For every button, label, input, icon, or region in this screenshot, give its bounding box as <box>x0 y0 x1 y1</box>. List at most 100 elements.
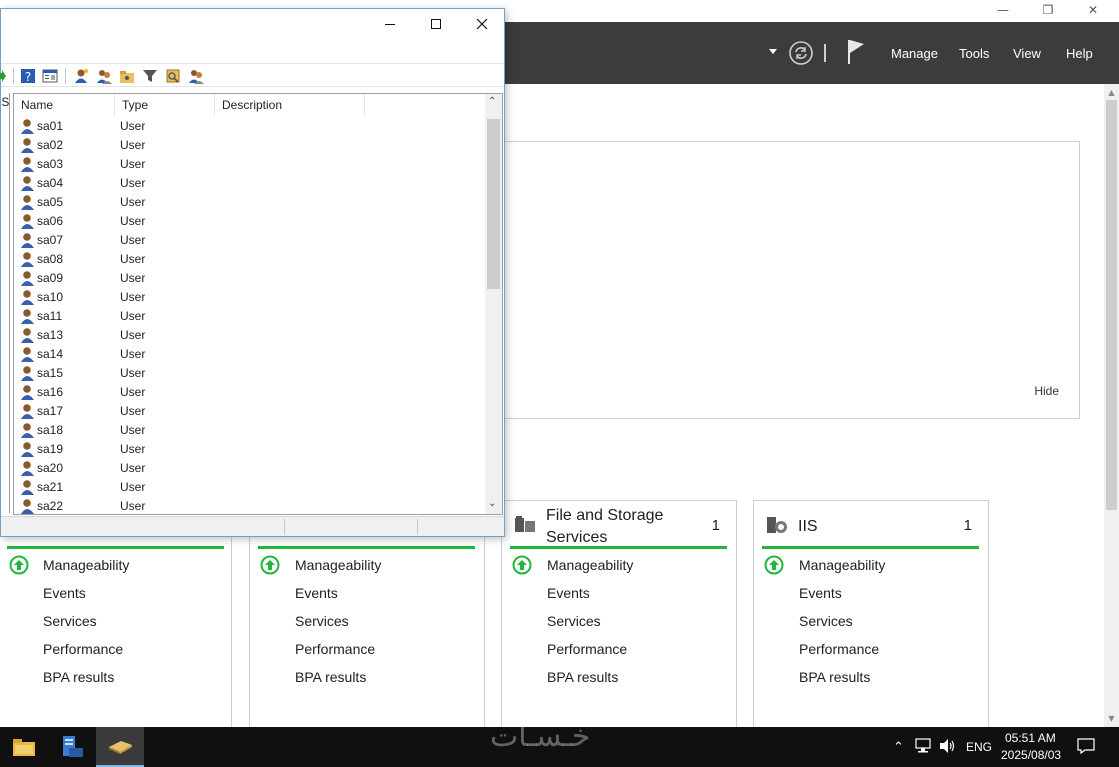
tile-services[interactable]: Services <box>799 613 853 629</box>
clock-time[interactable]: 05:51 AM <box>1005 731 1056 745</box>
new-ou-icon[interactable] <box>119 68 135 84</box>
role-tile-file-storage[interactable]: File and Storage Services 1 Manageabilit… <box>501 500 737 732</box>
user-list-row[interactable]: sa20 User <box>14 459 486 478</box>
new-user-icon[interactable] <box>73 68 89 84</box>
tile-title[interactable]: IIS <box>798 516 938 538</box>
user-list-row[interactable]: sa05 User <box>14 193 486 212</box>
tile-events[interactable]: Events <box>799 585 842 601</box>
file-explorer-button[interactable] <box>0 727 48 767</box>
column-header-type[interactable]: Type <box>115 94 215 116</box>
tile-events[interactable]: Events <box>43 585 86 601</box>
user-list-row[interactable]: sa02 User <box>14 136 486 155</box>
show-hidden-icons-chevron-icon[interactable]: ⌃ <box>893 739 904 755</box>
maximize-button[interactable] <box>413 11 459 37</box>
user-list-row[interactable]: sa22 User <box>14 497 486 514</box>
tile-bpa-results[interactable]: BPA results <box>547 669 618 685</box>
list-scrollbar-thumb[interactable] <box>487 119 500 289</box>
user-list-row[interactable]: sa19 User <box>14 440 486 459</box>
console-tree-pane[interactable]: .S <box>0 93 10 513</box>
tile-services[interactable]: Services <box>295 613 349 629</box>
user-list-row[interactable]: sa08 User <box>14 250 486 269</box>
tile-bpa-results[interactable]: BPA results <box>295 669 366 685</box>
menu-tools[interactable]: Tools <box>959 46 989 61</box>
iis-icon <box>766 515 788 535</box>
user-type: User <box>120 480 146 494</box>
user-list-row[interactable]: sa21 User <box>14 478 486 497</box>
tile-events[interactable]: Events <box>295 585 338 601</box>
user-list-row[interactable]: sa03 User <box>14 155 486 174</box>
user-list-row[interactable]: sa13 User <box>14 326 486 345</box>
ad-window-titlebar[interactable] <box>1 9 504 63</box>
tile-manageability[interactable]: Manageability <box>799 557 885 573</box>
user-list-row[interactable]: sa14 User <box>14 345 486 364</box>
column-header-name[interactable]: Name <box>14 94 115 116</box>
server-manager-button[interactable] <box>48 727 96 767</box>
new-group-icon[interactable] <box>96 68 112 84</box>
tile-bpa-results[interactable]: BPA results <box>43 669 114 685</box>
add-to-group-icon[interactable] <box>188 68 204 84</box>
tile-events[interactable]: Events <box>547 585 590 601</box>
filter-icon[interactable] <box>142 68 158 84</box>
close-button[interactable] <box>459 11 505 37</box>
volume-icon[interactable] <box>939 738 957 757</box>
close-button[interactable]: ✕ <box>1076 0 1110 20</box>
user-list-row[interactable]: sa17 User <box>14 402 486 421</box>
user-icon <box>21 385 34 400</box>
user-list-row[interactable]: sa06 User <box>14 212 486 231</box>
tile-manageability[interactable]: Manageability <box>295 557 381 573</box>
show-console-tree-icon[interactable] <box>42 68 58 84</box>
column-header-description[interactable]: Description <box>215 94 365 116</box>
menu-help[interactable]: Help <box>1066 46 1093 61</box>
scroll-down-arrow-icon[interactable]: ▼ <box>1106 714 1117 723</box>
network-icon[interactable] <box>915 738 933 757</box>
tile-bpa-results[interactable]: BPA results <box>799 669 870 685</box>
user-list-row[interactable]: sa01 User <box>14 117 486 136</box>
list-scroll-up-icon[interactable]: ⌃ <box>488 96 496 107</box>
menu-manage[interactable]: Manage <box>891 46 938 61</box>
tile-performance[interactable]: Performance <box>799 641 879 657</box>
find-icon[interactable] <box>165 68 181 84</box>
users-list-view[interactable]: Name Type Description sa01 User sa02 User sa… <box>13 93 503 515</box>
role-tile-iis[interactable]: IIS 1 Manageability Events Services Perf… <box>753 500 989 732</box>
dropdown-arrow-icon[interactable] <box>769 49 777 54</box>
minimize-button[interactable] <box>367 11 413 37</box>
tile-services[interactable]: Services <box>43 613 97 629</box>
user-name: sa05 <box>37 195 64 209</box>
menu-view[interactable]: View <box>1013 46 1041 61</box>
notifications-icon[interactable] <box>1077 738 1095 757</box>
hide-link[interactable]: Hide <box>1034 384 1059 398</box>
user-list-row[interactable]: sa07 User <box>14 231 486 250</box>
tile-performance[interactable]: Performance <box>295 641 375 657</box>
forward-arrow-icon[interactable] <box>0 68 13 84</box>
user-list-row[interactable]: sa15 User <box>14 364 486 383</box>
user-list-row[interactable]: sa18 User <box>14 421 486 440</box>
user-list-row[interactable]: sa11 User <box>14 307 486 326</box>
clock-date[interactable]: 2025/08/03 <box>1001 748 1061 762</box>
active-directory-button[interactable] <box>96 727 144 767</box>
user-list-row[interactable]: sa10 User <box>14 288 486 307</box>
tile-services[interactable]: Services <box>547 613 601 629</box>
restore-button[interactable]: ❐ <box>1031 0 1065 20</box>
user-type: User <box>120 328 146 342</box>
status-bar <box>762 546 979 549</box>
refresh-icon[interactable] <box>788 40 814 66</box>
active-directory-window[interactable]: ? .S Name Type Description sa01 User sa02 U… <box>0 8 505 537</box>
tile-manageability[interactable]: Manageability <box>43 557 129 573</box>
user-type: User <box>120 176 146 190</box>
notifications-flag-icon[interactable] <box>846 39 868 65</box>
language-indicator[interactable]: ENG <box>966 740 992 754</box>
list-scroll-down-icon[interactable]: ⌄ <box>488 498 496 509</box>
user-name: sa02 <box>37 138 64 152</box>
tile-performance[interactable]: Performance <box>43 641 123 657</box>
user-icon <box>21 366 34 381</box>
minimize-button[interactable]: — <box>986 0 1020 20</box>
user-list-row[interactable]: sa16 User <box>14 383 486 402</box>
help-icon[interactable]: ? <box>20 68 36 84</box>
user-list-row[interactable]: sa09 User <box>14 269 486 288</box>
tile-performance[interactable]: Performance <box>547 641 627 657</box>
scroll-up-arrow-icon[interactable]: ▲ <box>1106 88 1117 97</box>
tile-manageability[interactable]: Manageability <box>547 557 633 573</box>
scrollbar-thumb[interactable] <box>1106 100 1117 510</box>
tile-title[interactable]: File and Storage Services <box>546 505 686 549</box>
user-list-row[interactable]: sa04 User <box>14 174 486 193</box>
